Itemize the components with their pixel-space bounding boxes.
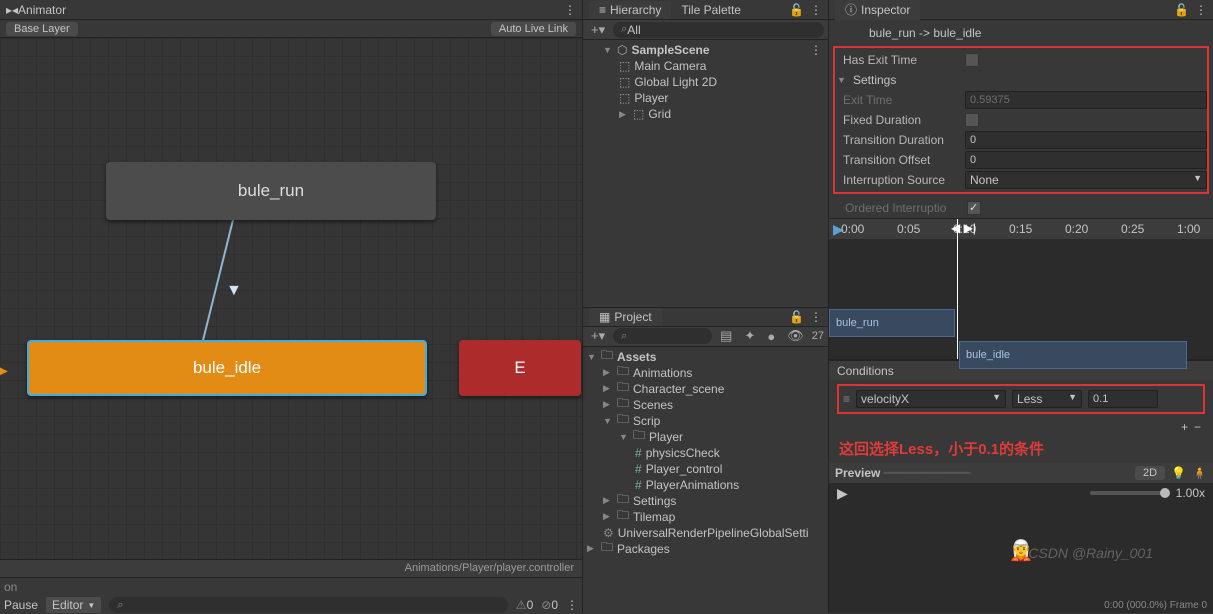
hierarchy-tab[interactable]: ≡ Hierarchy <box>589 1 671 19</box>
state-node-run[interactable]: bule_run <box>106 162 436 220</box>
folder-icon: 🗀 <box>617 410 629 431</box>
folder-icon: 🗀 <box>601 538 613 559</box>
settings-icon[interactable]: ⋮ <box>566 598 578 612</box>
add-button[interactable]: +▾ <box>587 22 609 38</box>
animator-icon: ▸◂ <box>6 3 18 17</box>
auto-live-link-button[interactable]: Auto Live Link <box>491 22 576 36</box>
animator-graph[interactable]: ▶ ▼ bule_run bule_idle E <box>0 38 582 559</box>
fixed-duration-checkbox[interactable] <box>965 113 979 127</box>
clip-idle[interactable]: bule_idle <box>959 341 1187 369</box>
lock-icon[interactable]: 🔓 <box>789 310 804 324</box>
watermark: CSDN @Rainy_001 <box>1028 545 1153 561</box>
unity-icon: ⬡ <box>617 43 627 57</box>
project-search[interactable]: ⌕ <box>613 328 712 344</box>
editor-dropdown[interactable]: Editor▼ <box>46 597 101 613</box>
folder-icon: 🗀 <box>633 426 645 447</box>
add-button[interactable]: +▾ <box>587 328 609 344</box>
menu-icon[interactable]: ⋮ <box>810 310 822 324</box>
condition-param-dropdown[interactable]: velocityX▼ <box>856 390 1006 408</box>
label-icon[interactable]: ● <box>763 329 779 344</box>
cube-icon: ⬚ <box>619 75 630 89</box>
favorite-icon[interactable]: ✦ <box>740 328 759 344</box>
drag-handle-icon[interactable]: ≡ <box>843 392 850 406</box>
transition-duration-field[interactable] <box>965 131 1207 149</box>
tile-palette-tab[interactable]: Tile Palette <box>671 1 751 19</box>
transition-title: bule_run -> bule_idle <box>829 20 1213 46</box>
clip-run[interactable]: bule_run <box>829 309 955 337</box>
pause-label: Pause <box>4 598 38 612</box>
hierarchy-tree[interactable]: ▼⬡SampleScene⋮ ⬚Main Camera ⬚Global Ligh… <box>583 40 828 307</box>
menu-icon[interactable]: ⋮ <box>810 3 822 17</box>
hidden-count: 27 <box>812 330 824 342</box>
transition-arrow-icon: ▼ <box>226 282 242 300</box>
cube-icon: ⬚ <box>633 107 644 121</box>
transition-offset-label: Transition Offset <box>835 153 957 167</box>
has-exit-time-label: Has Exit Time <box>835 53 957 67</box>
light-icon[interactable]: 💡 <box>1171 466 1186 480</box>
transition-offset-field[interactable] <box>965 151 1207 169</box>
filter-icon[interactable]: ▤ <box>716 328 736 344</box>
exit-time-label: Exit Time <box>835 93 957 107</box>
on-label: on <box>4 580 17 594</box>
annotation-text: 这回选择Less，小于0.1的条件 <box>829 436 1213 463</box>
project-tree[interactable]: ▼🗀Assets ▶🗀Animations ▶🗀Character_scene … <box>583 347 828 614</box>
ordered-interrupt-label: Ordered Interruptio <box>837 201 959 215</box>
cube-icon: ⬚ <box>619 59 630 73</box>
base-layer-breadcrumb[interactable]: Base Layer <box>6 22 78 36</box>
remove-condition-button[interactable]: − <box>1194 420 1201 434</box>
interruption-source-dropdown[interactable]: None▼ <box>965 171 1207 189</box>
hierarchy-search[interactable]: ⌕ All <box>613 22 824 38</box>
preview-label: Preview <box>835 466 880 480</box>
transition-line[interactable] <box>202 220 234 341</box>
zoom-label: 1.00x <box>1176 486 1205 500</box>
preview-footer: 0:00 (000.0%) Frame 0 <box>829 597 1213 613</box>
preview-2d-button[interactable]: 2D <box>1135 466 1165 480</box>
condition-value-field[interactable] <box>1088 390 1158 408</box>
search-input[interactable]: ⌕ <box>109 597 507 613</box>
menu-icon[interactable]: ⋮ <box>1195 3 1207 17</box>
settings-foldout[interactable]: Settings <box>853 73 896 87</box>
has-exit-time-checkbox[interactable] <box>965 53 979 67</box>
lock-icon[interactable]: 🔓 <box>789 3 804 17</box>
folder-icon: 🗀 <box>601 346 613 367</box>
add-condition-button[interactable]: + <box>1181 420 1188 434</box>
cube-icon: ⬚ <box>619 91 630 105</box>
avatar-icon[interactable]: 🧍 <box>1192 466 1207 480</box>
script-icon: # <box>635 462 642 476</box>
speed-slider[interactable] <box>1090 491 1170 495</box>
condition-op-dropdown[interactable]: Less▼ <box>1012 390 1082 408</box>
lock-icon[interactable]: 🔓 <box>1174 3 1189 17</box>
scene-menu-icon[interactable]: ⋮ <box>810 43 828 57</box>
hidden-icon[interactable]: 👁 <box>783 328 808 344</box>
dock-icon[interactable]: ⋮ <box>564 3 576 17</box>
folder-icon: 🗀 <box>617 506 629 527</box>
transition-duration-label: Transition Duration <box>835 133 957 147</box>
inspector-tab[interactable]: ⓘ Inspector <box>835 0 920 20</box>
animator-path: Animations/Player/player.controller <box>0 559 582 577</box>
preview-stage[interactable]: 🧝 CSDN @Rainy_001 <box>829 503 1213 597</box>
fixed-duration-label: Fixed Duration <box>835 113 957 127</box>
script-icon: # <box>635 478 642 492</box>
project-tab[interactable]: ▦ Project <box>589 308 662 326</box>
script-icon: # <box>635 446 642 460</box>
interruption-source-label: Interruption Source <box>835 173 957 187</box>
exit-time-field[interactable] <box>965 91 1207 109</box>
state-node-idle[interactable]: bule_idle <box>27 340 427 396</box>
playhead[interactable] <box>957 219 958 359</box>
transition-timeline[interactable]: ▶ 0:00 0:05 0:10 0:15 0:20 0:25 1:00 ◀ ▶… <box>829 218 1213 360</box>
state-node-exit[interactable]: E <box>459 340 581 396</box>
out-marker-icon[interactable]: ◀ ▶| <box>951 221 976 235</box>
ordered-interrupt-checkbox[interactable] <box>967 201 981 215</box>
play-button[interactable]: ▶ <box>837 485 848 502</box>
entry-arrow-icon: ▶ <box>0 360 8 381</box>
animator-tab[interactable]: Animator <box>18 3 66 17</box>
